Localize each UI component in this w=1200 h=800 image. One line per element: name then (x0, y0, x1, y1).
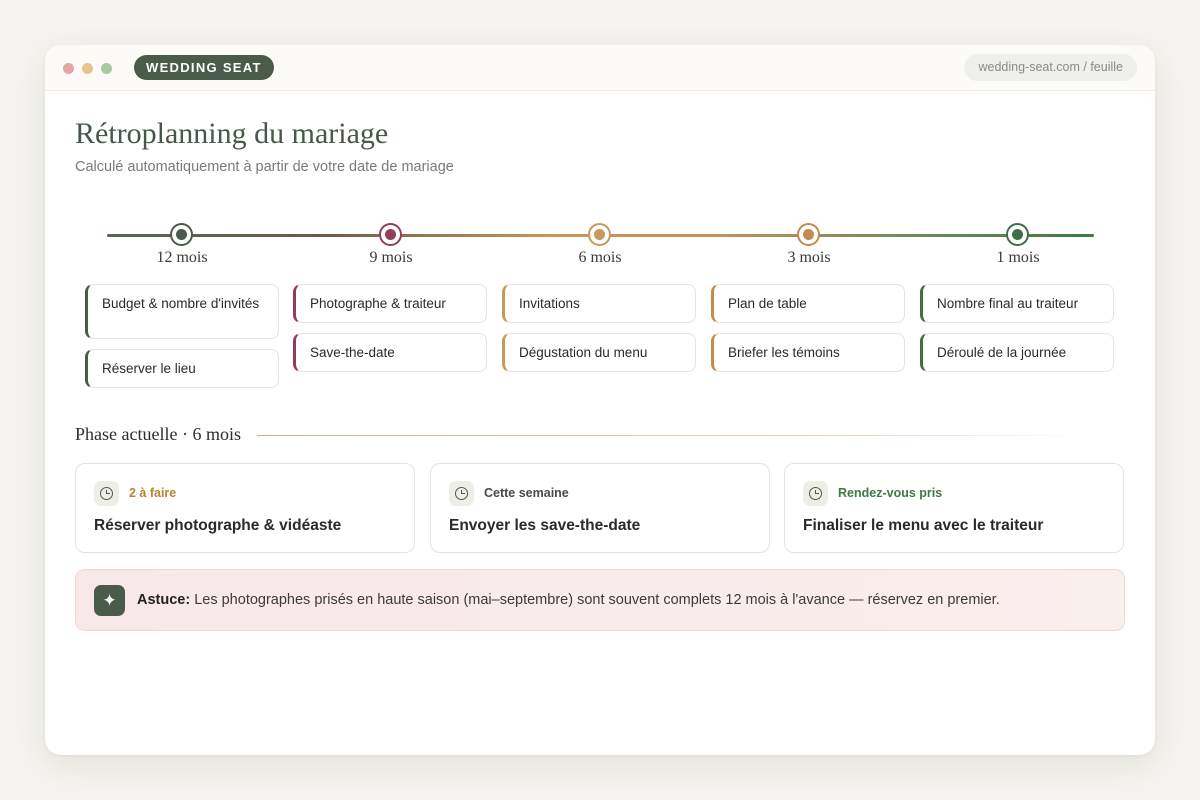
app-window: WEDDING SEAT wedding-seat.com / feuille … (45, 45, 1155, 755)
task-card[interactable]: Budget & nombre d'invités (85, 284, 279, 339)
timeline-label: 12 mois (156, 249, 208, 266)
task-card[interactable]: Plan de table (711, 284, 905, 323)
phase-task-title: Réserver photographe & vidéaste (94, 517, 342, 534)
timeline-label: 3 mois (787, 249, 831, 266)
timeline-label: 9 mois (369, 249, 413, 266)
minimize-window-dot[interactable] (82, 63, 93, 74)
task-card[interactable]: Dégustation du menu (502, 333, 696, 372)
timeline-node-12-mois[interactable] (170, 223, 193, 246)
page-subtitle: Calculé automatiquement à partir de votr… (75, 159, 454, 175)
close-window-dot[interactable] (63, 63, 74, 74)
task-card[interactable]: Nombre final au traiteur (920, 284, 1114, 323)
url-pill[interactable]: wedding-seat.com / feuille (964, 54, 1137, 81)
task-card[interactable]: Briefer les témoins (711, 333, 905, 372)
phase-card[interactable]: Cette semaine Envoyer les save-the-date (430, 463, 770, 553)
tip-text: Astuce: Les photographes prisés en haute… (137, 592, 1000, 608)
tip-label: Astuce: (137, 592, 191, 608)
tip-body: Les photographes prisés en haute saison … (190, 592, 1000, 608)
section-divider (257, 435, 1087, 436)
clock-icon (803, 481, 828, 506)
phase-task-title: Envoyer les save-the-date (449, 517, 641, 534)
brand-badge: WEDDING SEAT (134, 55, 274, 80)
task-card[interactable]: Save-the-date (293, 333, 487, 372)
title-bar: WEDDING SEAT wedding-seat.com / feuille (45, 45, 1155, 91)
timeline-node-9-mois[interactable] (379, 223, 402, 246)
node-dot (384, 228, 396, 240)
phase-card[interactable]: 2 à faire Réserver photographe & vidéast… (75, 463, 415, 553)
current-phase-title: Phase actuelle · 6 mois (75, 424, 241, 444)
page-title: Rétroplanning du mariage (75, 117, 389, 150)
timeline-node-6-mois[interactable] (588, 223, 611, 246)
node-dot (1011, 228, 1023, 240)
task-card[interactable]: Photographe & traiteur (293, 284, 487, 323)
task-card[interactable]: Réserver le lieu (85, 349, 279, 388)
phase-badge: Cette semaine (484, 486, 569, 500)
timeline-node-1-mois[interactable] (1006, 223, 1029, 246)
task-card[interactable]: Déroulé de la journée (920, 333, 1114, 372)
phase-badge: Rendez-vous pris (838, 486, 943, 500)
node-dot (802, 228, 814, 240)
phase-task-title: Finaliser le menu avec le traiteur (803, 517, 1044, 534)
sparkle-icon: ✦ (94, 585, 125, 616)
maximize-window-dot[interactable] (101, 63, 112, 74)
phase-badge: 2 à faire (129, 486, 177, 500)
clock-icon (94, 481, 119, 506)
phase-card[interactable]: Rendez-vous pris Finaliser le menu avec … (784, 463, 1124, 553)
node-dot (175, 228, 187, 240)
clock-icon (449, 481, 474, 506)
tip-banner: ✦ Astuce: Les photographes prisés en hau… (75, 569, 1125, 631)
node-dot (593, 228, 605, 240)
timeline-label: 1 mois (996, 249, 1040, 266)
task-card[interactable]: Invitations (502, 284, 696, 323)
timeline-node-3-mois[interactable] (797, 223, 820, 246)
timeline-label: 6 mois (578, 249, 622, 266)
